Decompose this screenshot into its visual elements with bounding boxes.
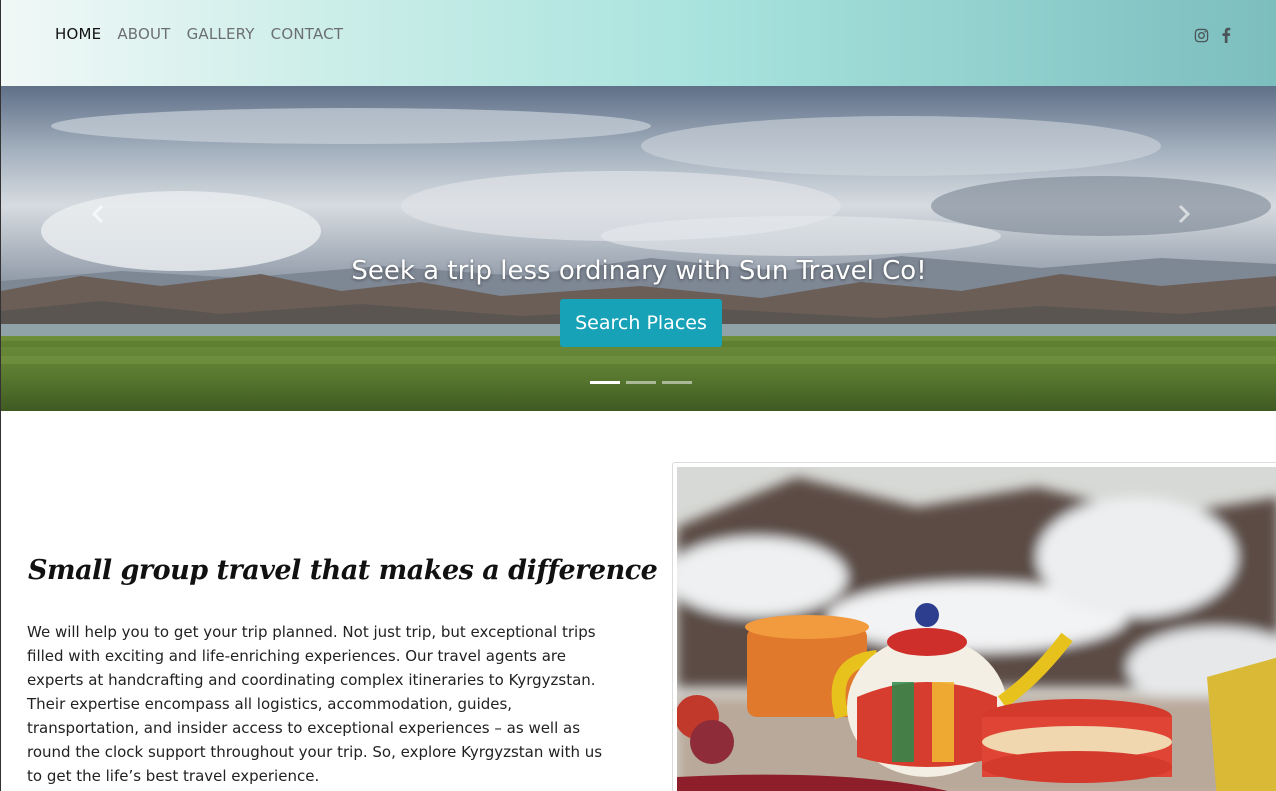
teapot-photo-frame: [672, 462, 1276, 791]
section-paragraph: We will help you to get your trip planne…: [27, 623, 603, 785]
hero-carousel: Seek a trip less ordinary with Sun Trave…: [1, 86, 1276, 411]
chevron-left-icon: [91, 204, 105, 228]
carousel-prev-button[interactable]: [78, 196, 118, 236]
carousel-next-button[interactable]: [1164, 196, 1204, 236]
social-links: [1194, 27, 1231, 43]
nav-menu: HOME ABOUT GALLERY CONTACT: [55, 25, 343, 43]
nav-link-gallery[interactable]: GALLERY: [187, 25, 255, 43]
search-places-button[interactable]: Search Places: [560, 299, 722, 347]
nav-link-home[interactable]: HOME: [55, 25, 101, 43]
carousel-indicator-3[interactable]: [662, 381, 692, 384]
facebook-icon[interactable]: [1221, 27, 1231, 43]
teapot-photo: [677, 467, 1276, 791]
top-navbar: HOME ABOUT GALLERY CONTACT: [1, 0, 1276, 86]
carousel-indicator-1[interactable]: [590, 381, 620, 384]
hero-caption: Seek a trip less ordinary with Sun Trave…: [351, 256, 927, 286]
carousel-indicators: [590, 381, 692, 384]
section-headline: Small group travel that makes a differen…: [28, 555, 658, 586]
hero-landscape-image: [1, 86, 1276, 411]
nav-link-about[interactable]: ABOUT: [117, 25, 170, 43]
nav-link-contact[interactable]: CONTACT: [271, 25, 344, 43]
instagram-icon[interactable]: [1194, 28, 1209, 43]
carousel-indicator-2[interactable]: [626, 381, 656, 384]
chevron-right-icon: [1177, 204, 1191, 228]
